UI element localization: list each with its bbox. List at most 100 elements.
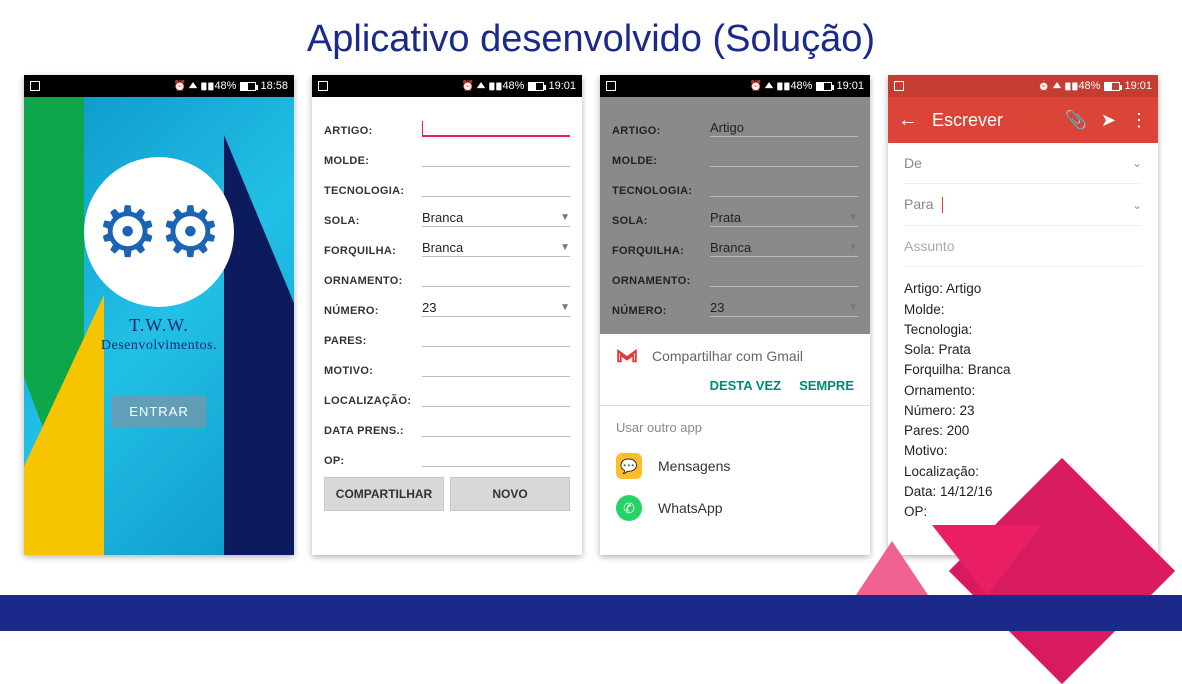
phone-form-empty: 48% 19:01 ARTIGO: MOLDE: TECNOLOGIA: SOL…	[312, 75, 582, 555]
app-logo: ⚙⚙	[84, 157, 234, 307]
share-gmail-label: Compartilhar com Gmail	[652, 348, 803, 364]
chevron-down-icon: ▼	[848, 242, 858, 253]
clock: 19:01	[1124, 80, 1152, 92]
battery-icon	[1104, 82, 1120, 91]
label-op: OP:	[324, 455, 422, 467]
attach-icon[interactable]: 📎	[1064, 110, 1086, 131]
back-icon[interactable]: ←	[898, 109, 918, 132]
signal2-icon	[207, 80, 210, 92]
signal-icon	[776, 80, 779, 92]
battery-pct: 48%	[214, 80, 236, 92]
overflow-icon[interactable]: ⋮	[1130, 110, 1148, 131]
label-ornamento: ORNAMENTO:	[324, 275, 422, 287]
whatsapp-icon: ✆	[616, 495, 642, 521]
enter-button[interactable]: ENTRAR	[111, 395, 206, 428]
signal-icon	[488, 80, 491, 92]
label-localizacao: LOCALIZAÇÃO:	[324, 395, 422, 407]
input-localizacao[interactable]	[422, 389, 570, 407]
brand-line1: T.W.W.	[24, 315, 294, 336]
label-forquilha: FORQUILHA:	[324, 245, 422, 257]
share-once-button[interactable]: DESTA VEZ	[710, 378, 782, 393]
novo-button[interactable]: NOVO	[450, 477, 570, 511]
label-ornamento: ORNAMENTO:	[612, 275, 710, 287]
chevron-down-icon: ▼	[560, 212, 570, 223]
status-bar: 48% 18:58	[24, 75, 294, 97]
compose-body: De ⌄ Para ⌄ Assunto Artigo: Artigo Molde…	[888, 143, 1158, 555]
dropdown-sola[interactable]: Branca▼	[422, 209, 570, 227]
compartilhar-button[interactable]: COMPARTILHAR	[324, 477, 444, 511]
statusbar-notif-icon	[30, 81, 40, 91]
battery-pct: 48%	[502, 80, 524, 92]
signal2-icon	[783, 80, 786, 92]
share-item-mensagens[interactable]: 💬 Mensagens	[600, 445, 870, 487]
signal2-icon	[1071, 80, 1074, 92]
input-ornamento[interactable]	[422, 269, 570, 287]
chevron-down-icon: ▼	[560, 302, 570, 313]
share-sheet: Compartilhar com Gmail DESTA VEZ SEMPRE …	[600, 334, 870, 555]
input-tecnologia[interactable]	[422, 179, 570, 197]
battery-icon	[240, 82, 256, 91]
input-op[interactable]	[422, 449, 570, 467]
wifi-icon	[190, 79, 196, 93]
chevron-down-icon: ▼	[848, 212, 858, 223]
gears-icon: ⚙⚙	[96, 197, 222, 267]
statusbar-notif-icon	[894, 81, 904, 91]
from-field[interactable]: De ⌄	[904, 143, 1142, 184]
battery-icon	[528, 82, 544, 91]
signal2-icon	[495, 80, 498, 92]
form-body: ARTIGO: MOLDE: TECNOLOGIA: SOLA:Branca▼ …	[312, 97, 582, 555]
input-artigo[interactable]	[422, 119, 570, 137]
input-ornamento	[710, 269, 858, 287]
send-icon[interactable]: ➤	[1101, 110, 1116, 131]
label-sola: SOLA:	[612, 215, 710, 227]
share-item-label: WhatsApp	[658, 500, 723, 516]
footer-bar	[0, 595, 1182, 631]
signal-icon	[200, 80, 203, 92]
share-always-button[interactable]: SEMPRE	[799, 378, 854, 393]
dropdown-numero[interactable]: 23▼	[422, 299, 570, 317]
input-motivo[interactable]	[422, 359, 570, 377]
phone-share-sheet: 48% 19:01 ARTIGO:Artigo MOLDE: TECNOLOGI…	[600, 75, 870, 555]
brand-line2: Desenvolvimentos.	[24, 338, 294, 354]
label-tecnologia: TECNOLOGIA:	[324, 185, 422, 197]
toolbar-title: Escrever	[932, 110, 1050, 131]
label-molde: MOLDE:	[324, 155, 422, 167]
label-forquilha: FORQUILHA:	[612, 245, 710, 257]
label-molde: MOLDE:	[612, 155, 710, 167]
to-label: Para	[904, 196, 934, 212]
phone-splash: 48% 18:58 ⚙⚙ T.W.W. Desenvolvimentos. EN…	[24, 75, 294, 555]
splash-background: ⚙⚙ T.W.W. Desenvolvimentos. ENTRAR	[24, 97, 294, 555]
input-data-prens[interactable]	[422, 419, 570, 437]
form-body-dimmed: ARTIGO:Artigo MOLDE: TECNOLOGIA: SOLA:Pr…	[600, 97, 870, 334]
label-numero: NÚMERO:	[324, 305, 422, 317]
chevron-down-icon: ▼	[560, 242, 570, 253]
wifi-icon	[766, 79, 772, 93]
input-molde[interactable]	[422, 149, 570, 167]
gmail-icon	[616, 348, 638, 364]
dropdown-sola: Prata▼	[710, 209, 858, 227]
label-sola: SOLA:	[324, 215, 422, 227]
chevron-down-icon: ▼	[848, 302, 858, 313]
status-bar: 48% 19:01	[888, 75, 1158, 97]
dropdown-forquilha[interactable]: Branca▼	[422, 239, 570, 257]
alarm-icon	[174, 80, 186, 92]
input-tecnologia	[710, 179, 858, 197]
brand-text: T.W.W. Desenvolvimentos.	[24, 315, 294, 354]
email-body[interactable]: Artigo: Artigo Molde: Tecnologia: Sola: …	[904, 267, 1142, 534]
to-field[interactable]: Para ⌄	[904, 184, 1142, 226]
mensagens-icon: 💬	[616, 453, 642, 479]
label-artigo: ARTIGO:	[612, 125, 710, 137]
label-artigo: ARTIGO:	[324, 125, 422, 137]
status-bar: 48% 19:01	[312, 75, 582, 97]
subject-field[interactable]: Assunto	[904, 226, 1142, 267]
alarm-icon	[1038, 80, 1050, 92]
input-pares[interactable]	[422, 329, 570, 347]
chevron-down-icon: ⌄	[1132, 156, 1142, 170]
share-item-whatsapp[interactable]: ✆ WhatsApp	[600, 487, 870, 529]
signal-icon	[1064, 80, 1067, 92]
label-numero: NÚMERO:	[612, 305, 710, 317]
input-molde	[710, 149, 858, 167]
from-label: De	[904, 155, 922, 171]
share-gmail-row[interactable]: Compartilhar com Gmail	[600, 334, 870, 374]
dropdown-forquilha: Branca▼	[710, 239, 858, 257]
